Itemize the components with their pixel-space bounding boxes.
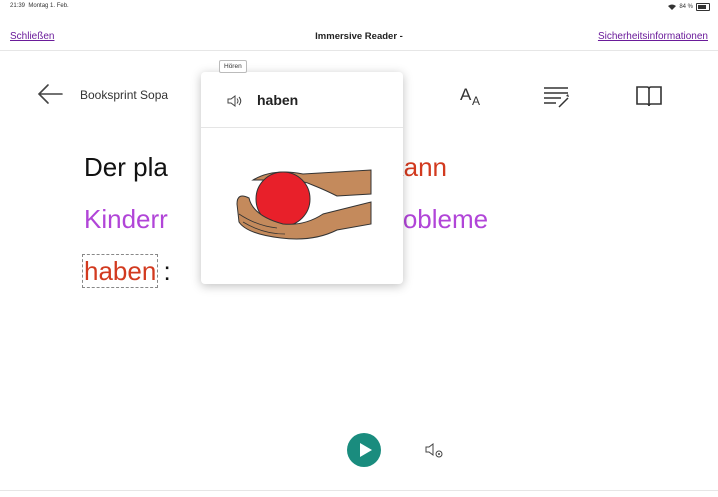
security-info-link[interactable]: Sicherheitsinformationen (598, 31, 708, 42)
selected-word[interactable]: haben (81, 254, 159, 288)
status-time: 21:39 Montag 1. Feb. (10, 3, 69, 9)
wifi-icon (668, 4, 677, 10)
listen-tooltip: Hören (219, 60, 247, 73)
divider (0, 490, 718, 491)
text-size-icon[interactable]: A A (458, 82, 488, 110)
top-bar: Schließen Immersive Reader - Sicherheits… (0, 24, 718, 51)
book-title: Booksprint Sopa (80, 88, 169, 102)
word[interactable]: : (164, 256, 171, 286)
grammar-options-icon[interactable] (541, 82, 571, 110)
play-icon[interactable] (347, 433, 381, 467)
word[interactable]: Kinderr (84, 204, 168, 234)
book-icon[interactable] (634, 82, 664, 110)
battery-percent: 84 % (679, 4, 693, 10)
svg-text:A: A (460, 85, 472, 104)
svg-text:A: A (472, 94, 480, 108)
arrow-left-icon[interactable] (36, 82, 64, 106)
status-bar: 21:39 Montag 1. Feb. 84 % (0, 0, 718, 24)
battery-icon (696, 3, 710, 11)
speaker-icon[interactable] (227, 94, 243, 108)
dictionary-word: haben (257, 92, 299, 108)
popup-header: haben (201, 72, 403, 128)
word[interactable]: Der pla (84, 152, 168, 182)
voice-settings-icon[interactable] (424, 439, 446, 461)
picture-dictionary-popup: haben (201, 72, 403, 284)
hands-holding-ball-illustration (236, 169, 372, 240)
status-indicators: 84 % (668, 3, 710, 11)
